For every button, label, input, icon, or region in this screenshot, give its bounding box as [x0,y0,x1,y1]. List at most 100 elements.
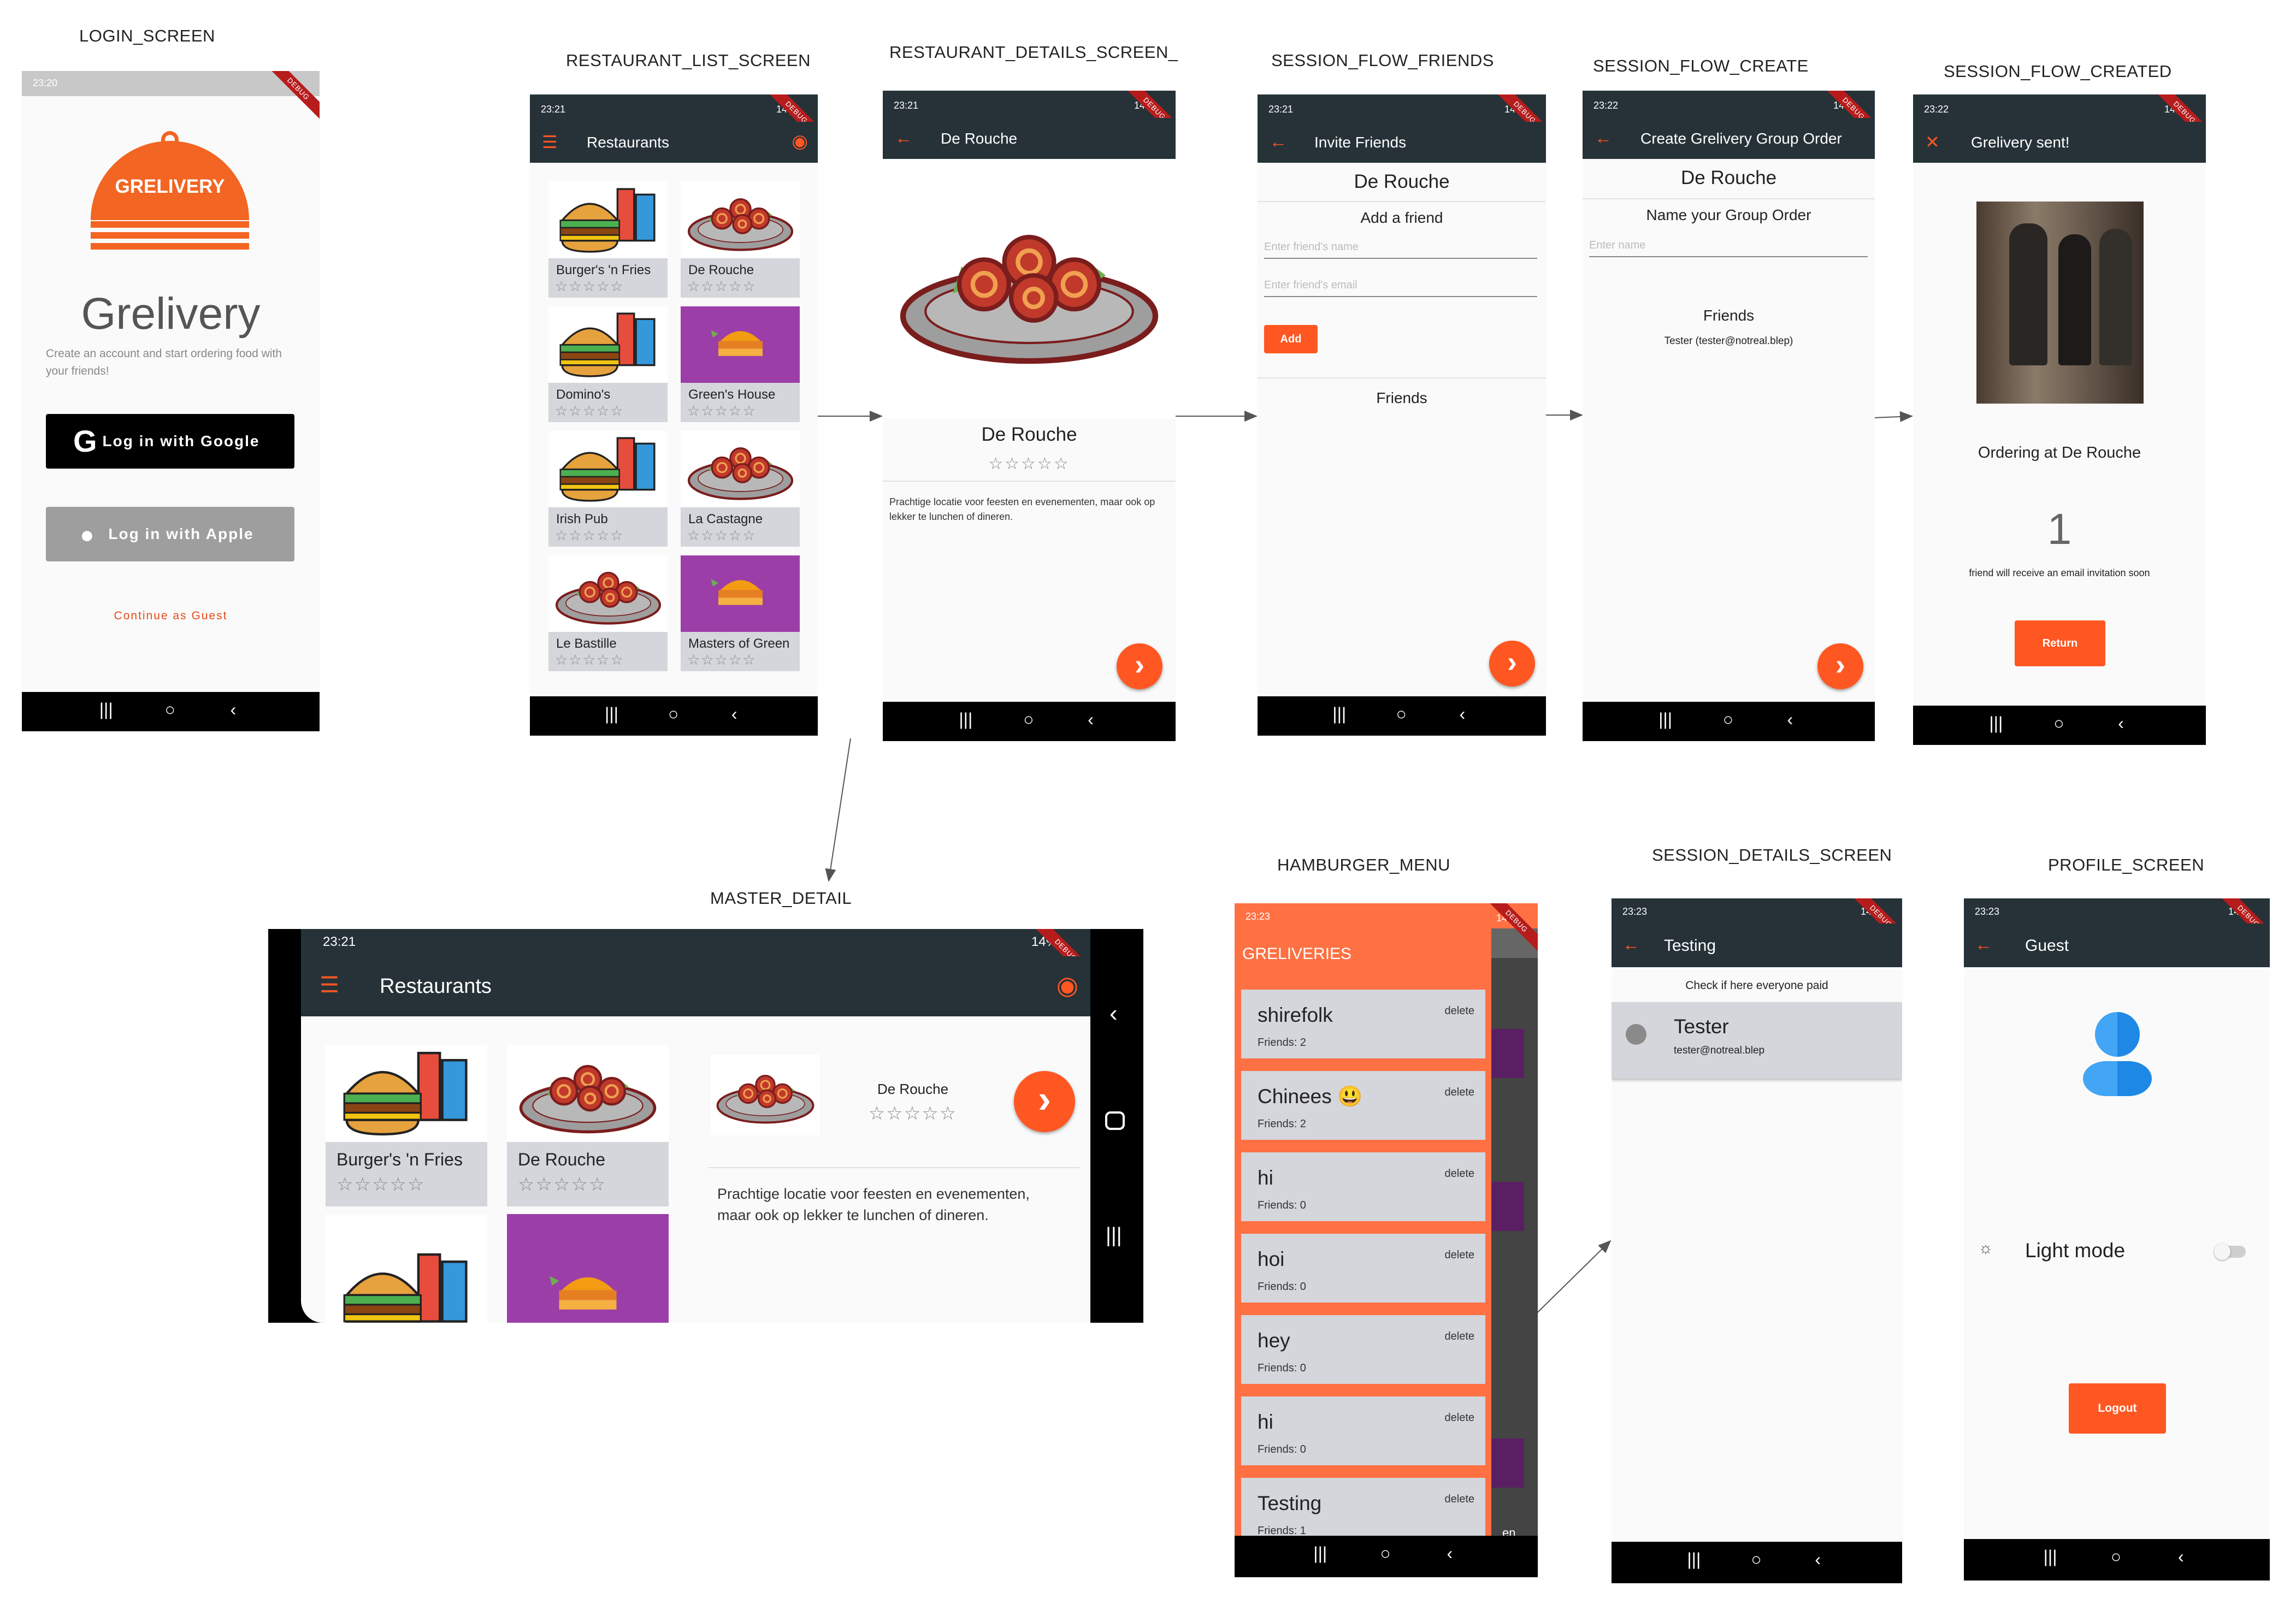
rating-stars[interactable]: ☆☆☆☆☆ [883,454,1176,473]
android-nav-bar: ||| ○ ‹ [1258,696,1546,736]
restaurant-card[interactable]: Masters of Green ☆☆☆☆☆ [681,555,800,671]
restaurant-card[interactable]: Burger's 'n Fries ☆☆☆☆☆ [548,182,668,298]
delete-button[interactable]: delete [1445,1330,1475,1343]
logout-button[interactable]: Logout [2069,1383,2166,1434]
grelivery-name: hoi [1258,1248,1285,1270]
home-icon[interactable]: ○ [1380,1543,1390,1564]
app-bar-title: Grelivery sent! [1971,134,2070,151]
back-icon[interactable]: ‹ [731,704,737,724]
back-icon[interactable]: ‹ [2178,1547,2184,1567]
restaurant-card-name: Le Bastille [556,636,617,651]
back-icon[interactable]: ‹ [2118,713,2124,733]
name-group-order-heading: Name your Group Order [1646,206,1811,223]
app-bar: ✕ Grelivery sent! [1913,122,2206,163]
recent-apps-icon[interactable]: ||| [99,700,113,720]
grelivery-item[interactable]: hi Friends: 0 delete [1238,1393,1489,1469]
back-icon[interactable]: ‹ [1447,1543,1453,1564]
delete-button[interactable]: delete [1445,1493,1475,1506]
grelivery-item[interactable]: shirefolk Friends: 2 delete [1238,986,1489,1062]
delete-button[interactable]: delete [1445,1249,1475,1262]
grelivery-item[interactable]: Chinees 😃 Friends: 2 delete [1238,1068,1489,1143]
recent-apps-icon[interactable]: ||| [605,704,618,724]
recent-apps-icon[interactable]: ||| [959,709,972,730]
recent-apps-icon[interactable]: ||| [2044,1547,2057,1567]
back-icon[interactable]: ‹ [1815,1549,1821,1570]
detail-rating-stars[interactable]: ☆☆☆☆☆ [847,1103,978,1124]
back-arrow-icon[interactable]: ← [895,128,912,148]
member-row[interactable]: Tester tester@notreal.blep [1612,1002,1902,1079]
restaurant-card[interactable]: Domino's ☆☆☆☆☆ [548,306,668,422]
grelivery-item[interactable]: hey Friends: 0 delete [1238,1312,1489,1387]
back-icon[interactable]: ‹ [231,700,237,720]
friend-name-input[interactable]: Enter friend's name [1264,241,1537,259]
google-login-button[interactable]: G Log in with Google [46,414,294,469]
next-button[interactable]: › [1117,643,1162,689]
grelivery-item[interactable]: hoi Friends: 0 delete [1238,1230,1489,1306]
home-icon[interactable]: ○ [2053,713,2064,733]
tablet-content: 23:21 14% DEBUG ☰ Restaurants ◉ Burger's … [301,929,1090,1323]
restaurant-card[interactable] [326,1214,487,1323]
session-flow-friends-screen: 23:2114% DEBUG ← Invite Friends De Rouch… [1258,94,1546,736]
next-button[interactable]: › [1817,643,1863,689]
login-screen: 23:20 DEBUG GRELIVERY Grelivery Create a… [22,71,320,731]
restaurant-card[interactable]: Irish Pub ☆☆☆☆☆ [548,431,668,547]
restaurant-card[interactable]: De Rouche ☆☆☆☆☆ [507,1045,669,1206]
home-icon[interactable]: ○ [1751,1549,1761,1570]
home-icon[interactable] [1105,1111,1125,1130]
recent-apps-icon[interactable]: ||| [1989,713,2003,733]
restaurant-card[interactable]: De Rouche ☆☆☆☆☆ [681,182,800,298]
home-icon[interactable]: ○ [165,700,175,720]
apple-login-button[interactable]: ● Log in with Apple [46,507,294,561]
menu-icon[interactable]: ☰ [542,132,558,152]
back-arrow-icon[interactable]: ← [1595,128,1612,148]
close-icon[interactable]: ✕ [1925,132,1940,152]
restaurant-card[interactable]: La Castagne ☆☆☆☆☆ [681,431,800,547]
drawer-header: GRELIVERIES [1242,945,1352,963]
home-icon[interactable]: ○ [1723,709,1733,730]
restaurant-card[interactable]: Green's House ☆☆☆☆☆ [681,306,800,422]
recent-apps-icon[interactable]: ||| [1106,1224,1122,1247]
light-mode-toggle[interactable] [2214,1244,2246,1260]
recent-apps-icon[interactable]: ||| [1313,1543,1327,1564]
delete-button[interactable]: delete [1445,1086,1475,1099]
recent-apps-icon[interactable]: ||| [1687,1549,1701,1570]
profile-icon[interactable]: ◉ [792,131,808,152]
delete-button[interactable]: delete [1445,1005,1475,1017]
back-icon[interactable]: ‹ [1088,709,1094,730]
home-icon[interactable]: ○ [1396,704,1406,724]
restaurant-card[interactable]: Le Bastille ☆☆☆☆☆ [548,555,668,671]
back-icon[interactable]: ‹ [1460,704,1466,724]
recent-apps-icon[interactable]: ||| [1332,704,1346,724]
next-button[interactable]: › [1489,641,1535,686]
next-button[interactable]: › [1014,1071,1075,1132]
back-icon[interactable]: ‹ [1787,709,1793,730]
restaurant-card[interactable] [507,1214,669,1323]
profile-icon[interactable]: ◉ [1056,970,1078,1000]
continue-as-guest-link[interactable]: Continue as Guest [22,609,320,623]
logo-text: GRELIVERY [115,176,225,197]
home-icon[interactable]: ○ [1023,709,1034,730]
return-button[interactable]: Return [2015,620,2105,666]
restaurant-card[interactable]: Burger's 'n Fries ☆☆☆☆☆ [326,1045,487,1206]
group-order-name-input[interactable]: Enter name [1589,239,1868,257]
menu-icon[interactable]: ☰ [320,973,339,998]
recent-apps-icon[interactable]: ||| [1658,709,1672,730]
divider [1583,198,1875,199]
back-arrow-icon[interactable]: ← [1975,934,1992,955]
home-icon[interactable]: ○ [668,704,678,724]
grelivery-item[interactable]: hi Friends: 0 delete [1238,1149,1489,1224]
app-bar: ← Testing [1612,924,1902,967]
home-icon[interactable]: ○ [2111,1547,2121,1567]
back-icon[interactable]: ‹ [1109,1000,1118,1027]
delete-button[interactable]: delete [1445,1412,1475,1424]
session-details-screen: 23:2314% DEBUG ← Testing Check if here e… [1612,898,1902,1583]
add-friend-button[interactable]: Add [1264,325,1318,353]
light-mode-label: Light mode [2025,1239,2126,1262]
back-arrow-icon[interactable]: ← [1622,934,1640,955]
delete-button[interactable]: delete [1445,1168,1475,1180]
friend-email-input[interactable]: Enter friend's email [1264,279,1537,297]
session-flow-create-screen: 23:2214% DEBUG ← Create Grelivery Group … [1583,91,1875,741]
paid-checkbox[interactable] [1626,1024,1646,1045]
restaurant-card-stars: ☆☆☆☆☆ [687,527,757,543]
back-arrow-icon[interactable]: ← [1270,132,1287,152]
